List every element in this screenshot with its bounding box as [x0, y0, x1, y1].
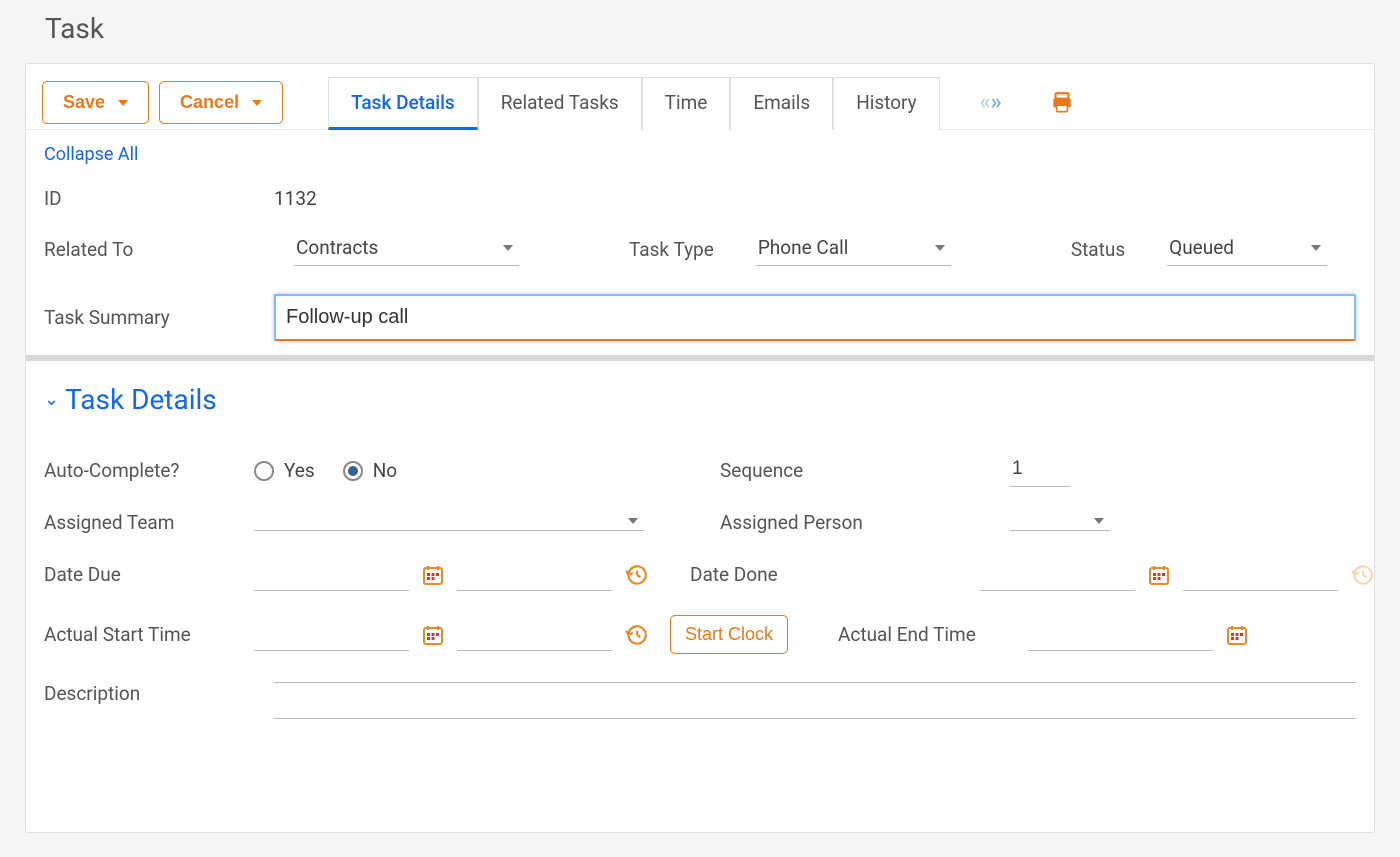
caret-down-icon — [252, 100, 262, 106]
date-done-label: Date Done — [690, 563, 970, 586]
clock-history-icon[interactable] — [622, 621, 650, 649]
calendar-icon[interactable] — [1145, 561, 1173, 589]
date-done-time-input[interactable] — [1183, 558, 1338, 591]
section-task-details-header[interactable]: ⌄ Task Details — [44, 383, 1356, 416]
print-icon[interactable] — [1048, 89, 1076, 117]
description-input[interactable] — [274, 682, 1356, 719]
row-related: Related To Contracts Task Type Phone Cal… — [44, 232, 1356, 266]
page-title: Task — [0, 0, 1400, 63]
tab-history[interactable]: History — [833, 77, 939, 130]
autocomplete-no-label: No — [373, 459, 397, 482]
collapse-all-link[interactable]: Collapse All — [44, 144, 1356, 165]
description-label: Description — [44, 682, 264, 705]
tab-scroll-nav: « » — [980, 90, 998, 115]
chevron-down-icon — [503, 245, 513, 251]
body-area: Collapse All ID 1132 Related To Contract… — [26, 130, 1374, 719]
tab-related-tasks[interactable]: Related Tasks — [478, 77, 642, 130]
tabs-prev-icon[interactable]: « — [980, 90, 987, 115]
row-assigned: Assigned Team Assigned Person — [44, 511, 1356, 534]
clock-history-icon — [1348, 561, 1375, 589]
chevron-down-icon — [1311, 245, 1321, 251]
assigned-person-select[interactable] — [1010, 514, 1110, 531]
main-panel: Save Cancel Task Details Related Tasks T… — [25, 63, 1375, 833]
status-label: Status — [1071, 238, 1125, 261]
section-divider — [26, 355, 1374, 361]
row-description: Description — [44, 682, 1356, 719]
caret-down-icon — [118, 100, 128, 106]
date-done-input[interactable] — [980, 558, 1135, 591]
id-label: ID — [44, 187, 264, 210]
task-summary-label: Task Summary — [44, 306, 264, 329]
related-to-select[interactable]: Contracts — [294, 232, 519, 266]
calendar-icon[interactable] — [419, 561, 447, 589]
row-date-due-done: Date Due Date Done — [44, 558, 1356, 591]
calendar-icon[interactable] — [419, 621, 447, 649]
tab-task-details[interactable]: Task Details — [328, 77, 478, 130]
status-select[interactable]: Queued — [1167, 232, 1327, 266]
tab-emails[interactable]: Emails — [730, 77, 833, 130]
autocomplete-yes-radio[interactable] — [254, 461, 274, 481]
task-type-value: Phone Call — [758, 236, 849, 259]
tabs-next-icon[interactable]: » — [991, 90, 998, 115]
cancel-button-label: Cancel — [180, 92, 239, 113]
actual-start-input[interactable] — [254, 618, 409, 651]
clock-history-icon[interactable] — [622, 561, 650, 589]
sequence-label: Sequence — [720, 459, 1000, 482]
chevron-down-icon — [628, 518, 638, 524]
start-clock-button[interactable]: Start Clock — [670, 615, 788, 654]
save-button-label: Save — [63, 92, 105, 113]
status-value: Queued — [1169, 236, 1234, 259]
task-summary-input[interactable] — [274, 294, 1356, 341]
save-button[interactable]: Save — [42, 81, 149, 124]
actual-start-time-input[interactable] — [457, 618, 612, 651]
section-title: Task Details — [65, 383, 217, 416]
actual-end-input[interactable] — [1028, 618, 1213, 651]
tabs: Task Details Related Tasks Time Emails H… — [328, 77, 940, 130]
calendar-icon[interactable] — [1223, 621, 1251, 649]
date-due-label: Date Due — [44, 563, 244, 586]
row-task-summary: Task Summary — [44, 294, 1356, 341]
assigned-team-select[interactable] — [254, 514, 644, 531]
printer-svg — [1049, 90, 1075, 116]
row-id: ID 1132 — [44, 187, 1356, 210]
autocomplete-yes-label: Yes — [284, 459, 315, 482]
assigned-person-label: Assigned Person — [720, 511, 1000, 534]
actual-end-label: Actual End Time — [838, 623, 1018, 646]
related-to-label: Related To — [44, 238, 264, 261]
row-actual-times: Actual Start Time Start Clock Actual End… — [44, 615, 1356, 654]
related-to-value: Contracts — [296, 236, 378, 259]
id-value: 1132 — [274, 187, 317, 210]
cancel-button[interactable]: Cancel — [159, 81, 283, 124]
chevron-down-icon: ⌄ — [44, 389, 59, 410]
row-autocomplete-sequence: Auto-Complete? Yes No Sequence — [44, 454, 1356, 487]
task-type-select[interactable]: Phone Call — [756, 232, 951, 266]
autocomplete-no-radio[interactable] — [343, 461, 363, 481]
date-due-input[interactable] — [254, 558, 409, 591]
date-due-time-input[interactable] — [457, 558, 612, 591]
chevron-down-icon — [1094, 518, 1104, 524]
actual-start-label: Actual Start Time — [44, 623, 244, 646]
toolbar-row: Save Cancel Task Details Related Tasks T… — [26, 64, 1374, 130]
autocomplete-label: Auto-Complete? — [44, 459, 244, 482]
chevron-down-icon — [935, 245, 945, 251]
task-type-label: Task Type — [629, 238, 714, 261]
tab-time[interactable]: Time — [642, 77, 731, 130]
sequence-input[interactable] — [1010, 454, 1070, 487]
assigned-team-label: Assigned Team — [44, 511, 244, 534]
